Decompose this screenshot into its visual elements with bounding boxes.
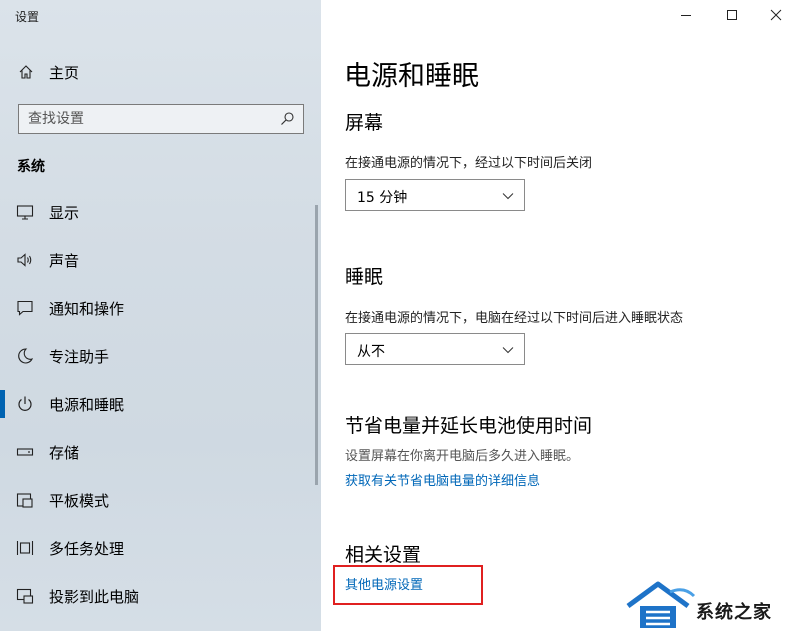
highlight-annotation bbox=[333, 565, 483, 605]
sidebar-item-tablet-mode[interactable]: 平板模式 bbox=[0, 476, 321, 524]
sidebar-item-label: 平板模式 bbox=[49, 492, 110, 510]
dropdown-value: 从不 bbox=[357, 344, 385, 360]
sidebar-item-power-sleep[interactable]: 电源和睡眠 bbox=[0, 380, 321, 428]
minimize-button[interactable] bbox=[663, 4, 709, 26]
battery-heading: 节省电量并延长电池使用时间 bbox=[345, 415, 593, 437]
storage-icon bbox=[16, 448, 34, 456]
sidebar-item-label: 多任务处理 bbox=[49, 540, 125, 558]
project-icon bbox=[16, 588, 34, 604]
maximize-icon bbox=[727, 10, 737, 20]
sidebar-item-label: 投影到此电脑 bbox=[49, 588, 140, 606]
screen-description: 在接通电源的情况下，经过以下时间后关闭 bbox=[345, 156, 593, 171]
home-nav-item[interactable]: 主页 bbox=[0, 56, 321, 88]
home-label: 主页 bbox=[49, 64, 80, 82]
tablet-icon bbox=[16, 493, 33, 508]
sleep-heading: 睡眠 bbox=[345, 266, 384, 288]
sidebar-item-label: 声音 bbox=[49, 252, 80, 270]
minimize-icon bbox=[681, 15, 691, 16]
power-saving-info-link[interactable]: 获取有关节省电脑电量的详细信息 bbox=[345, 470, 540, 489]
sidebar-item-label: 存储 bbox=[49, 444, 80, 462]
sidebar-item-project-to-pc[interactable]: 投影到此电脑 bbox=[0, 572, 321, 620]
chevron-down-icon bbox=[502, 347, 514, 354]
maximize-button[interactable] bbox=[709, 4, 755, 26]
screen-heading: 屏幕 bbox=[345, 112, 384, 134]
sidebar-item-multitasking[interactable]: 多任务处理 bbox=[0, 524, 321, 572]
search-box[interactable] bbox=[18, 104, 304, 134]
sidebar-item-sound[interactable]: 声音 bbox=[0, 236, 321, 284]
moon-icon bbox=[18, 348, 34, 364]
related-settings-heading: 相关设置 bbox=[345, 544, 422, 566]
search-icon[interactable] bbox=[279, 111, 295, 127]
watermark-logo bbox=[626, 581, 696, 628]
dropdown-value: 15 分钟 bbox=[357, 190, 408, 206]
watermark: 系统之家 bbox=[618, 576, 799, 631]
sidebar-item-label: 通知和操作 bbox=[49, 300, 125, 318]
sidebar-item-focus-assist[interactable]: 专注助手 bbox=[0, 332, 321, 380]
sleep-description: 在接通电源的情况下，电脑在经过以下时间后进入睡眠状态 bbox=[345, 311, 684, 326]
page-title: 电源和睡眠 bbox=[344, 61, 479, 92]
screen-timeout-dropdown[interactable]: 15 分钟 bbox=[345, 179, 525, 211]
chevron-down-icon bbox=[502, 193, 514, 200]
sidebar-scrollbar[interactable] bbox=[315, 205, 318, 485]
sidebar-item-storage[interactable]: 存储 bbox=[0, 428, 321, 476]
sidebar-item-label: 显示 bbox=[49, 204, 80, 222]
close-button[interactable] bbox=[753, 4, 799, 26]
battery-description: 设置屏幕在你离开电脑后多久进入睡眠。 bbox=[345, 449, 580, 464]
nav-list: 显示 声音 通知和操作 专注助手 电源和睡眠 存储 平板模式 多任务处理 投影到… bbox=[0, 188, 321, 620]
sidebar: 设置 主页 系统 显示 声音 bbox=[0, 0, 321, 631]
sidebar-item-notifications[interactable]: 通知和操作 bbox=[0, 284, 321, 332]
speaker-icon bbox=[17, 253, 32, 267]
watermark-text: 系统之家 bbox=[696, 602, 772, 623]
search-input[interactable] bbox=[19, 106, 269, 132]
window-title: 设置 bbox=[15, 10, 40, 24]
notification-icon bbox=[17, 300, 33, 316]
sleep-timeout-dropdown[interactable]: 从不 bbox=[345, 333, 525, 365]
home-icon bbox=[19, 65, 33, 79]
sidebar-item-display[interactable]: 显示 bbox=[0, 188, 321, 236]
multitask-icon bbox=[16, 541, 34, 555]
monitor-icon bbox=[16, 205, 34, 220]
sidebar-item-label: 电源和睡眠 bbox=[49, 396, 125, 414]
section-heading: 系统 bbox=[17, 159, 45, 175]
active-indicator bbox=[0, 390, 5, 418]
sidebar-item-label: 专注助手 bbox=[49, 348, 110, 366]
main-content: 电源和睡眠 屏幕 在接通电源的情况下，经过以下时间后关闭 15 分钟 睡眠 在接… bbox=[321, 0, 799, 631]
power-icon bbox=[18, 396, 32, 411]
close-icon bbox=[770, 9, 782, 21]
